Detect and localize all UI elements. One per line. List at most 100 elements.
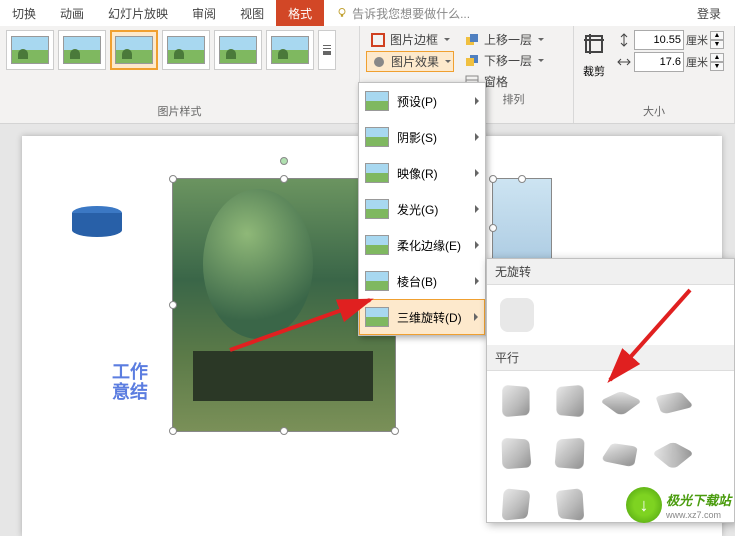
- lightbulb-icon: [336, 7, 348, 19]
- rotation-parallel-5[interactable]: [497, 433, 537, 473]
- resize-handle-sw[interactable]: [169, 427, 177, 435]
- style-thumb-3[interactable]: [110, 30, 158, 70]
- crop-button[interactable]: 裁剪: [580, 30, 608, 79]
- effects-icon: [371, 54, 387, 70]
- picture-effects-menu: 预设(P) 阴影(S) 映像(R) 发光(G) 柔化边缘(E) 棱台(B) 三维…: [358, 82, 486, 336]
- chevron-down-icon: [538, 38, 544, 41]
- style-thumb-4[interactable]: [162, 30, 210, 70]
- height-icon: [616, 32, 632, 48]
- rotation-parallel-10[interactable]: [549, 485, 589, 523]
- group-label-size: 大小: [580, 103, 728, 121]
- style-thumb-6[interactable]: [266, 30, 314, 70]
- crop-label: 裁剪: [580, 63, 608, 79]
- menu-glow[interactable]: 发光(G): [359, 191, 485, 227]
- bring-forward-label: 上移一层: [484, 31, 532, 48]
- resize-handle-nw[interactable]: [489, 175, 497, 183]
- rotation-parallel-3[interactable]: [601, 381, 641, 421]
- gallery-more-button[interactable]: [318, 30, 336, 70]
- picture-styles-gallery: [6, 30, 336, 70]
- menu-bevel-label: 棱台(B): [397, 273, 437, 290]
- section-parallel: 平行: [487, 345, 734, 371]
- tell-me-hint[interactable]: 告诉我您想要做什么...: [324, 0, 482, 26]
- width-spinner[interactable]: ▲▼: [710, 53, 724, 71]
- chevron-down-icon: [445, 60, 451, 63]
- resize-handle-n[interactable]: [280, 175, 288, 183]
- menu-3d-rotation[interactable]: 三维旋转(D): [359, 299, 485, 335]
- menu-glow-label: 发光(G): [397, 201, 438, 218]
- rotation3d-icon: [365, 307, 389, 327]
- send-backward-icon: [464, 53, 480, 69]
- rotation-parallel-2[interactable]: [549, 381, 589, 421]
- height-unit: 厘米: [686, 32, 708, 48]
- height-input[interactable]: [634, 30, 684, 50]
- bring-forward-button[interactable]: 上移一层: [460, 30, 567, 49]
- style-thumb-1[interactable]: [6, 30, 54, 70]
- height-input-row: 厘米 ▲▼: [616, 30, 724, 50]
- style-thumb-2[interactable]: [58, 30, 106, 70]
- menu-preset[interactable]: 预设(P): [359, 83, 485, 119]
- rotation-parallel-6[interactable]: [549, 433, 589, 473]
- logo-name: 极光下载站: [666, 493, 731, 508]
- picture-border-label: 图片边框: [390, 31, 438, 48]
- logo-badge-icon: ↓: [626, 487, 662, 523]
- menu-preset-label: 预设(P): [397, 93, 437, 110]
- group-size: 裁剪 厘米 ▲▼ 厘米 ▲▼ 大小: [574, 26, 735, 123]
- height-spinner[interactable]: ▲▼: [710, 31, 724, 49]
- style-thumb-5[interactable]: [214, 30, 262, 70]
- tab-slideshow[interactable]: 幻灯片放映: [96, 0, 180, 26]
- chevron-right-icon: [475, 97, 479, 105]
- preset-icon: [365, 91, 389, 111]
- resize-handle-n[interactable]: [518, 175, 526, 183]
- cylinder-shape[interactable]: [72, 206, 122, 238]
- login-link[interactable]: 登录: [685, 0, 735, 26]
- logo-url: www.xz7.com: [666, 510, 731, 520]
- reflection-icon: [365, 163, 389, 183]
- picture-effects-button[interactable]: 图片效果: [366, 51, 454, 72]
- tab-animation[interactable]: 动画: [48, 0, 96, 26]
- crop-icon: [580, 30, 608, 58]
- menu-bevel[interactable]: 棱台(B): [359, 263, 485, 299]
- resize-handle-w[interactable]: [169, 301, 177, 309]
- picture-effects-label: 图片效果: [391, 53, 439, 70]
- chevron-right-icon: [475, 133, 479, 141]
- width-input[interactable]: [634, 52, 684, 72]
- rotation-parallel-7[interactable]: [601, 433, 641, 473]
- width-icon: [616, 54, 632, 70]
- tab-switch[interactable]: 切换: [0, 0, 48, 26]
- menu-reflection[interactable]: 映像(R): [359, 155, 485, 191]
- tab-format[interactable]: 格式: [276, 0, 324, 26]
- rotation-handle[interactable]: [280, 157, 288, 165]
- rotation-parallel-8[interactable]: [653, 433, 693, 473]
- menu-shadow[interactable]: 阴影(S): [359, 119, 485, 155]
- rotation-parallel-4[interactable]: [653, 381, 693, 421]
- menu-soft-edges-label: 柔化边缘(E): [397, 237, 461, 254]
- chevron-right-icon: [474, 313, 478, 321]
- rotation-3d-panel: 无旋转 平行: [486, 258, 735, 523]
- tell-me-text: 告诉我您想要做什么...: [352, 5, 470, 22]
- menu-shadow-label: 阴影(S): [397, 129, 437, 146]
- resize-handle-w[interactable]: [489, 224, 497, 232]
- resize-handle-nw[interactable]: [169, 175, 177, 183]
- resize-handle-se[interactable]: [391, 427, 399, 435]
- rotation-parallel-1[interactable]: [497, 381, 537, 421]
- section-no-rotation: 无旋转: [487, 259, 734, 285]
- group-label-styles: 图片样式: [6, 103, 353, 121]
- chevron-right-icon: [475, 241, 479, 249]
- tab-review[interactable]: 审阅: [180, 0, 228, 26]
- rotation-none[interactable]: [497, 295, 537, 335]
- bring-forward-icon: [464, 32, 480, 48]
- border-icon: [370, 32, 386, 48]
- site-logo: ↓ 极光下载站 www.xz7.com: [626, 487, 731, 523]
- resize-handle-s[interactable]: [280, 427, 288, 435]
- tab-view[interactable]: 视图: [228, 0, 276, 26]
- menu-3d-rotation-label: 三维旋转(D): [397, 309, 462, 326]
- menu-soft-edges[interactable]: 柔化边缘(E): [359, 227, 485, 263]
- bevel-icon: [365, 271, 389, 291]
- tab-bar: 切换 动画 幻灯片放映 审阅 视图 格式 告诉我您想要做什么... 登录: [0, 0, 735, 26]
- chevron-right-icon: [475, 169, 479, 177]
- width-unit: 厘米: [686, 54, 708, 70]
- send-backward-button[interactable]: 下移一层: [460, 51, 567, 70]
- chevron-down-icon: [444, 38, 450, 41]
- picture-border-button[interactable]: 图片边框: [366, 30, 454, 49]
- rotation-parallel-9[interactable]: [497, 485, 537, 523]
